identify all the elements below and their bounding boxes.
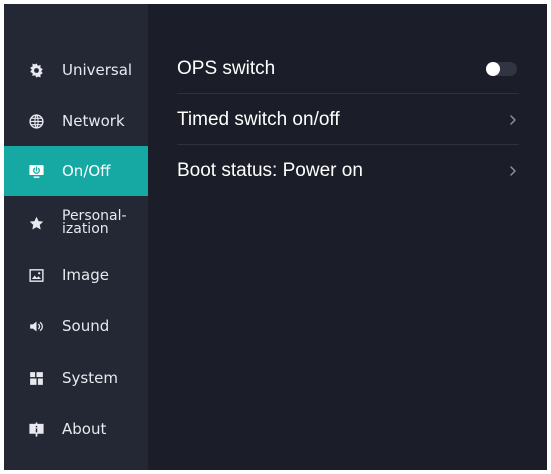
globe-icon bbox=[27, 112, 45, 130]
sidebar-item-label: On/Off bbox=[62, 161, 111, 180]
chevron-right-icon bbox=[507, 114, 519, 126]
grid-icon bbox=[27, 369, 45, 387]
info-board-icon bbox=[27, 420, 45, 438]
ops-switch-toggle[interactable] bbox=[486, 61, 517, 76]
sidebar-item-universal[interactable]: Universal bbox=[4, 45, 148, 95]
timed-switch-label: Timed switch on/off bbox=[177, 108, 340, 130]
chevron-right-icon bbox=[507, 165, 519, 177]
sidebar-item-label: System bbox=[62, 368, 118, 387]
sidebar-item-label: Universal bbox=[62, 60, 133, 79]
toggle-knob bbox=[486, 61, 500, 76]
boot-status-label: Boot status: Power on bbox=[177, 159, 363, 181]
on-off-settings-panel: OPS switch Timed switch on/off Boot stat… bbox=[148, 4, 547, 470]
settings-sidebar: Universal Network On/Off Personal- izati… bbox=[4, 4, 148, 470]
sidebar-item-label: Sound bbox=[62, 316, 110, 335]
sidebar-item-label: About bbox=[62, 419, 107, 438]
ops-switch-row[interactable]: OPS switch bbox=[177, 43, 519, 94]
timed-switch-row[interactable]: Timed switch on/off bbox=[177, 94, 519, 145]
gear-icon bbox=[27, 61, 45, 79]
monitor-power-icon bbox=[27, 162, 45, 180]
star-icon bbox=[27, 214, 45, 232]
sidebar-item-image[interactable]: Image bbox=[4, 250, 148, 300]
sidebar-item-system[interactable]: System bbox=[4, 353, 148, 403]
ops-switch-label: OPS switch bbox=[177, 57, 276, 79]
sidebar-item-label: Network bbox=[62, 111, 125, 130]
sidebar-item-on-off[interactable]: On/Off bbox=[4, 146, 148, 196]
speaker-icon bbox=[27, 317, 45, 335]
sidebar-item-network[interactable]: Network bbox=[4, 96, 148, 146]
sidebar-item-label: Image bbox=[62, 265, 109, 284]
image-icon bbox=[27, 266, 45, 284]
settings-screen: Universal Network On/Off Personal- izati… bbox=[4, 4, 547, 470]
boot-status-row[interactable]: Boot status: Power on bbox=[177, 145, 519, 196]
sidebar-item-sound[interactable]: Sound bbox=[4, 301, 148, 351]
sidebar-item-label: Personal- ization bbox=[62, 208, 127, 237]
sidebar-item-about[interactable]: About bbox=[4, 404, 148, 454]
sidebar-item-personalization[interactable]: Personal- ization bbox=[4, 198, 148, 248]
